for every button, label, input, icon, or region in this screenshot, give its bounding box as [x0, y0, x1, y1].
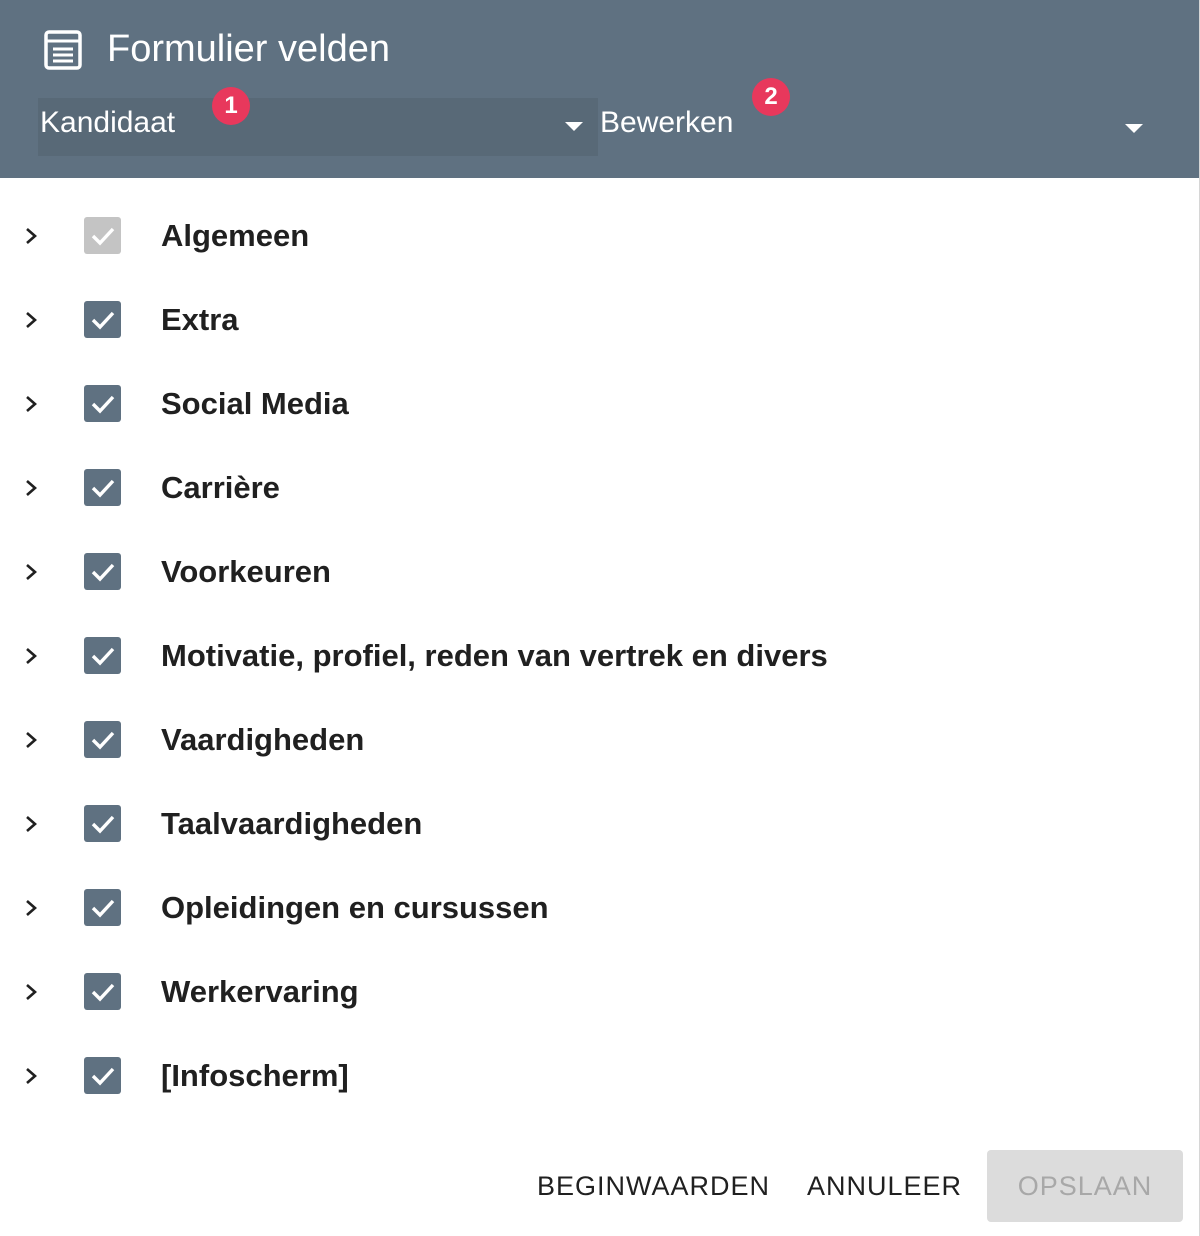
cancel-button[interactable]: ANNULEER: [807, 1150, 962, 1222]
save-button[interactable]: OPSLAAN: [987, 1150, 1183, 1222]
check-icon: [91, 563, 115, 582]
section-label: Social Media: [161, 386, 349, 421]
section-checkbox[interactable]: [84, 889, 121, 926]
check-icon: [91, 479, 115, 498]
section-checkbox[interactable]: [84, 1057, 121, 1094]
section-checkbox[interactable]: [84, 301, 121, 338]
section-row[interactable]: Voorkeuren: [0, 530, 1199, 614]
mode-select-value: Bewerken: [600, 106, 734, 139]
chevron-right-icon[interactable]: [22, 560, 40, 584]
section-row[interactable]: Carrière: [0, 446, 1199, 530]
chevron-right-icon[interactable]: [22, 812, 40, 836]
section-label: Werkervaring: [161, 974, 359, 1009]
section-checkbox[interactable]: [84, 385, 121, 422]
dialog-header: Formulier velden Kandidaat 1 Bewerken 2: [0, 0, 1199, 178]
section-checkbox[interactable]: [84, 721, 121, 758]
section-row[interactable]: Opleidingen en cursussen: [0, 866, 1199, 950]
step-badge-2: 2: [752, 78, 790, 116]
check-icon: [91, 731, 115, 750]
chevron-right-icon[interactable]: [22, 1064, 40, 1088]
entity-select-value: Kandidaat: [40, 106, 176, 139]
check-icon: [91, 227, 115, 246]
section-checkbox[interactable]: [84, 637, 121, 674]
section-row[interactable]: Extra: [0, 278, 1199, 362]
chevron-down-icon: [565, 122, 583, 131]
section-label: [Infoscherm]: [161, 1058, 349, 1093]
section-row[interactable]: Vaardigheden: [0, 698, 1199, 782]
chevron-down-icon: [1125, 124, 1143, 133]
chevron-right-icon[interactable]: [22, 644, 40, 668]
dialog-title: Formulier velden: [107, 28, 390, 70]
section-row[interactable]: Algemeen: [0, 194, 1199, 278]
section-row[interactable]: [Infoscherm]: [0, 1034, 1199, 1118]
chevron-right-icon[interactable]: [22, 476, 40, 500]
section-row[interactable]: Social Media: [0, 362, 1199, 446]
check-icon: [91, 899, 115, 918]
section-row[interactable]: Taalvaardigheden: [0, 782, 1199, 866]
check-icon: [91, 311, 115, 330]
chevron-right-icon[interactable]: [22, 308, 40, 332]
section-label: Taalvaardigheden: [161, 806, 423, 841]
entity-select[interactable]: Kandidaat: [38, 98, 598, 156]
form-list-icon: [44, 30, 82, 70]
chevron-right-icon[interactable]: [22, 392, 40, 416]
section-label: Carrière: [161, 470, 280, 505]
section-checkbox[interactable]: [84, 553, 121, 590]
section-label: Vaardigheden: [161, 722, 365, 757]
section-label: Voorkeuren: [161, 554, 331, 589]
section-checkbox[interactable]: [84, 973, 121, 1010]
check-icon: [91, 983, 115, 1002]
section-label: Opleidingen en cursussen: [161, 890, 549, 925]
section-row[interactable]: Motivatie, profiel, reden van vertrek en…: [0, 614, 1199, 698]
section-label: Extra: [161, 302, 239, 337]
chevron-right-icon[interactable]: [22, 224, 40, 248]
check-icon: [91, 815, 115, 834]
check-icon: [91, 395, 115, 414]
section-checkbox: [84, 217, 121, 254]
step-badge-1: 1: [212, 87, 250, 125]
section-label: Algemeen: [161, 218, 310, 253]
check-icon: [91, 647, 115, 666]
check-icon: [91, 1067, 115, 1086]
section-checkbox[interactable]: [84, 805, 121, 842]
section-list: Algemeen Extra Social Media Carrière Voorkeu…: [0, 194, 1199, 1118]
mode-select[interactable]: Bewerken: [598, 98, 1158, 156]
section-checkbox[interactable]: [84, 469, 121, 506]
section-row[interactable]: Werkervaring: [0, 950, 1199, 1034]
chevron-right-icon[interactable]: [22, 896, 40, 920]
chevron-right-icon[interactable]: [22, 728, 40, 752]
chevron-right-icon[interactable]: [22, 980, 40, 1004]
form-fields-dialog: Formulier velden Kandidaat 1 Bewerken 2 …: [0, 0, 1200, 1236]
section-label: Motivatie, profiel, reden van vertrek en…: [161, 638, 828, 673]
reset-defaults-button[interactable]: BEGINWAARDEN: [537, 1150, 770, 1222]
